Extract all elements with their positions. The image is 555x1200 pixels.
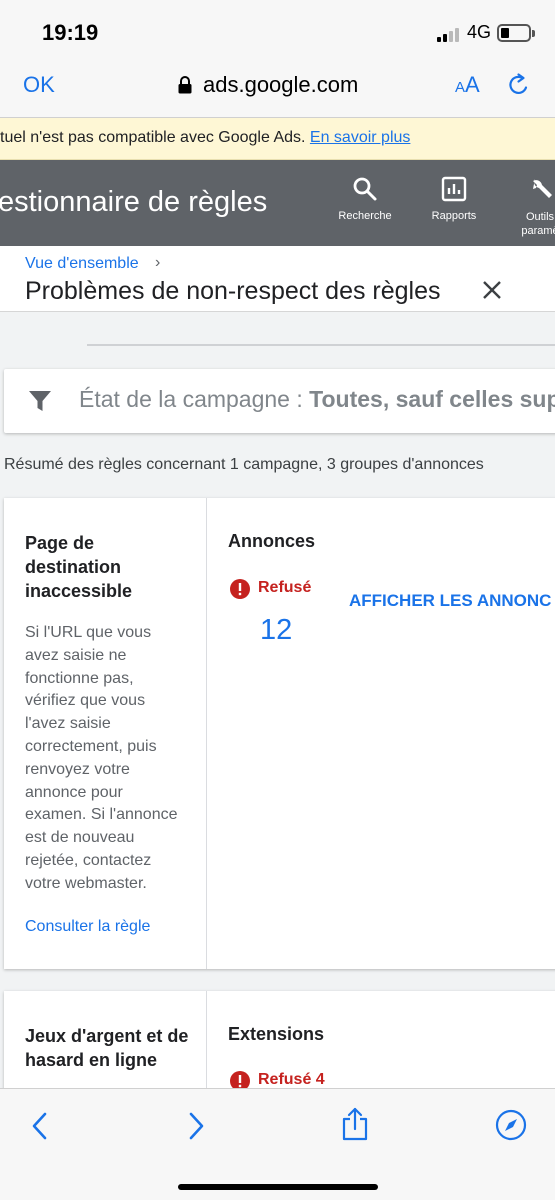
home-indicator	[178, 1184, 378, 1190]
close-icon[interactable]	[482, 280, 502, 300]
extensions-column-header: Extensions	[228, 1024, 325, 1044]
forward-icon[interactable]	[186, 1111, 206, 1141]
breadcrumb-separator: ›	[155, 254, 161, 271]
page-title: Problèmes de non-respect des règles	[25, 277, 441, 305]
app-title: estionnaire de règles	[0, 186, 268, 218]
back-icon[interactable]	[30, 1111, 50, 1141]
done-button[interactable]: OK	[23, 72, 55, 98]
reports-tool-label: Rapports	[431, 210, 477, 222]
browser-url-bar: OK ads.google.com AA	[0, 62, 555, 118]
tools-settings-label: Outils paramè	[521, 211, 555, 237]
status-refused: Refusé 4	[258, 1071, 325, 1088]
divider	[87, 344, 555, 346]
status-refused: Refusé	[258, 579, 312, 596]
ads-column-header: Annonces	[228, 531, 316, 551]
filter-icon	[29, 391, 51, 411]
policy-summary: Résumé des règles concernant 1 campagne,…	[4, 456, 484, 473]
reports-tool-button[interactable]: Rapports	[422, 176, 486, 222]
app-bar: estionnaire de règles Recherche Rapports…	[0, 160, 555, 246]
status-time: 19:19	[42, 20, 99, 45]
banner-text: tuel n'est pas compatible avec Google Ad…	[0, 129, 310, 146]
filter-label: État de la campagne : Toutes, sauf celle…	[79, 386, 555, 413]
error-icon	[230, 579, 250, 599]
rule-column: Jeux d'argent et de hasard en ligne	[4, 991, 207, 1091]
title-panel: Vue d'ensemble › Problèmes de non-respec…	[0, 246, 555, 312]
rule-description: Si l'URL que vous avez saisie ne fonctio…	[25, 624, 178, 892]
refused-ads-count[interactable]: 12	[260, 614, 292, 647]
filter-value: Toutes, sauf celles sup	[309, 386, 555, 412]
signal-icon	[437, 26, 463, 42]
campaign-status-filter[interactable]: État de la campagne : Toutes, sauf celle…	[4, 369, 555, 433]
battery-icon	[497, 24, 535, 42]
search-tool-label: Recherche	[338, 210, 392, 222]
network-type: 4G	[467, 22, 492, 42]
lock-icon	[178, 76, 192, 94]
learn-more-link[interactable]: En savoir plus	[310, 129, 411, 146]
reports-icon	[441, 176, 467, 202]
wrench-icon	[533, 179, 552, 198]
status-bar: 19:19 4G	[0, 0, 555, 62]
search-tool-button[interactable]: Recherche	[333, 176, 397, 222]
policy-card: Page de destination inaccessible Si l'UR…	[4, 498, 555, 969]
text-size-button[interactable]: AA	[455, 72, 480, 98]
rule-column: Page de destination inaccessible Si l'UR…	[4, 498, 207, 969]
tools-settings-button[interactable]: Outils paramè	[512, 176, 555, 238]
share-icon[interactable]	[340, 1107, 370, 1141]
compatibility-banner: tuel n'est pas compatible avec Google Ad…	[0, 118, 555, 160]
search-icon	[353, 177, 377, 201]
rule-title: Jeux d'argent et de hasard en ligne	[25, 1026, 189, 1070]
policy-card: Jeux d'argent et de hasard en ligne Exte…	[4, 991, 555, 1091]
url-text[interactable]: ads.google.com	[203, 72, 358, 98]
view-rule-link[interactable]: Consulter la règle	[25, 918, 150, 936]
compass-icon[interactable]	[495, 1109, 527, 1141]
breadcrumb-overview[interactable]: Vue d'ensemble	[25, 255, 139, 273]
view-ads-button[interactable]: AFFICHER LES ANNONC	[349, 591, 551, 611]
reload-icon[interactable]	[506, 72, 532, 98]
rule-title: Page de destination inaccessible	[25, 533, 133, 601]
